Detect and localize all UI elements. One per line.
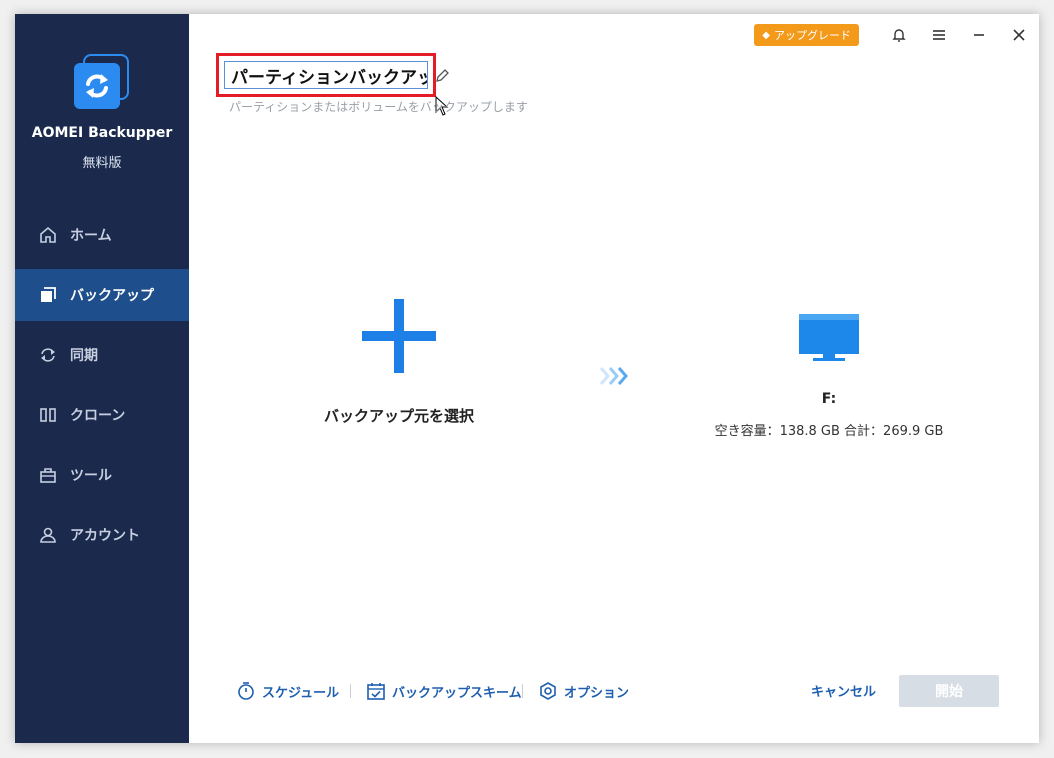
calendar-check-icon bbox=[367, 683, 385, 700]
divider bbox=[522, 684, 523, 698]
app-edition: 無料版 bbox=[82, 156, 122, 171]
sidebar-item-label: ツール bbox=[70, 468, 112, 484]
bell-icon[interactable] bbox=[879, 22, 919, 48]
chevrons-right-icon bbox=[599, 364, 635, 388]
cancel-button[interactable]: キャンセル bbox=[811, 681, 876, 700]
destination-drive[interactable]: F: bbox=[779, 391, 879, 407]
timer-icon bbox=[238, 682, 254, 700]
task-name-highlight: パーティションバックアップ bbox=[216, 53, 436, 97]
sidebar: AOMEI Backupper 無料版 ホーム バックアップ 同期 クローン ツ… bbox=[15, 14, 189, 743]
pencil-icon[interactable] bbox=[434, 68, 450, 84]
sidebar-item-home[interactable]: ホーム bbox=[15, 209, 189, 261]
sync-icon bbox=[38, 345, 58, 365]
sidebar-item-account[interactable]: アカウント bbox=[15, 509, 189, 561]
select-source-button[interactable]: バックアップ元を選択 bbox=[299, 405, 499, 426]
upgrade-button[interactable]: ◆ アップグレード bbox=[754, 24, 859, 46]
sidebar-item-tools[interactable]: ツール bbox=[15, 449, 189, 501]
sidebar-item-backup[interactable]: バックアップ bbox=[15, 269, 189, 321]
app-window: AOMEI Backupper 無料版 ホーム バックアップ 同期 クローン ツ… bbox=[15, 14, 1039, 743]
task-description: パーティションまたはボリュームをバックアップします bbox=[229, 100, 528, 114]
clone-icon bbox=[38, 405, 58, 425]
monitor-icon[interactable] bbox=[797, 312, 861, 364]
user-icon bbox=[38, 525, 58, 545]
task-name-input[interactable]: パーティションバックアップ bbox=[224, 61, 428, 89]
close-icon[interactable] bbox=[999, 22, 1039, 48]
backup-icon bbox=[38, 285, 58, 305]
options-button[interactable]: オプション bbox=[538, 679, 629, 703]
destination-capacity: 空き容量：138.8 GB 合計：269.9 GB bbox=[714, 424, 944, 439]
add-source-icon[interactable] bbox=[362, 299, 436, 373]
divider bbox=[350, 684, 351, 698]
menu-icon[interactable] bbox=[919, 22, 959, 48]
sidebar-item-sync[interactable]: 同期 bbox=[15, 329, 189, 381]
schedule-button[interactable]: スケジュール bbox=[236, 679, 339, 703]
home-icon bbox=[38, 225, 58, 245]
sidebar-item-label: アカウント bbox=[70, 528, 140, 544]
sidebar-item-label: ホーム bbox=[70, 228, 112, 244]
sidebar-item-label: クローン bbox=[70, 408, 126, 424]
titlebar-controls: ◆ アップグレード bbox=[754, 22, 1039, 48]
sidebar-item-label: 同期 bbox=[70, 348, 98, 364]
sidebar-item-clone[interactable]: クローン bbox=[15, 389, 189, 441]
app-name: AOMEI Backupper bbox=[31, 125, 173, 141]
diamond-icon: ◆ bbox=[762, 29, 770, 41]
backup-scheme-button[interactable]: バックアップスキーム bbox=[366, 679, 522, 703]
app-logo-icon bbox=[73, 54, 131, 112]
toolbox-icon bbox=[38, 465, 58, 485]
gear-icon bbox=[540, 682, 556, 700]
start-button[interactable]: 開始 bbox=[899, 675, 999, 707]
sidebar-item-label: バックアップ bbox=[70, 288, 154, 304]
minimize-icon[interactable] bbox=[959, 22, 999, 48]
